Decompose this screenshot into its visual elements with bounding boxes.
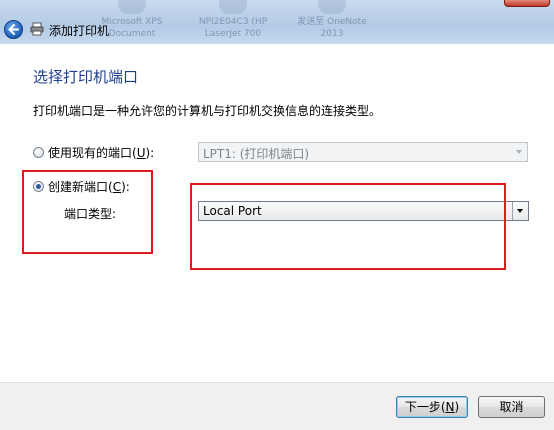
create-new-port-radio[interactable] xyxy=(33,181,44,192)
taskbar-thumbnail-onenote: 发送至 OneNote 2013 xyxy=(292,0,372,44)
dropdown-arrow-icon[interactable] xyxy=(512,202,528,220)
page-heading: 选择打印机端口 xyxy=(33,68,139,86)
port-type-select[interactable]: Local Port xyxy=(198,201,529,221)
existing-port-select[interactable]: LPT1: (打印机端口) xyxy=(198,142,528,162)
create-new-port-label[interactable]: 创建新端口(C): xyxy=(48,178,130,195)
chevron-down-icon xyxy=(516,150,522,154)
highlight-box-port-type xyxy=(190,183,506,270)
page-description: 打印机端口是一种允许您的计算机与打印机交换信息的连接类型。 xyxy=(33,104,382,118)
next-button[interactable]: 下一步(N) xyxy=(396,396,468,418)
port-type-label: 端口类型: xyxy=(64,207,117,221)
taskbar-thumbnail-hp: NPI2E04C3 (HP LaserJet 700 xyxy=(188,0,278,44)
close-button[interactable] xyxy=(504,0,550,7)
back-arrow-icon xyxy=(8,24,19,35)
use-existing-port-label[interactable]: 使用现有的端口(U): xyxy=(48,144,154,161)
window-title: 添加打印机 xyxy=(49,24,110,38)
dialog-footer xyxy=(0,382,554,430)
printer-icon xyxy=(30,22,44,36)
back-button[interactable] xyxy=(4,20,23,39)
cancel-button[interactable]: 取消 xyxy=(478,396,545,418)
title-bar: Microsoft XPS Document NPI2E04C3 (HP Las… xyxy=(0,0,554,44)
add-printer-dialog: Microsoft XPS Document NPI2E04C3 (HP Las… xyxy=(0,0,554,430)
use-existing-port-radio[interactable] xyxy=(33,147,44,158)
